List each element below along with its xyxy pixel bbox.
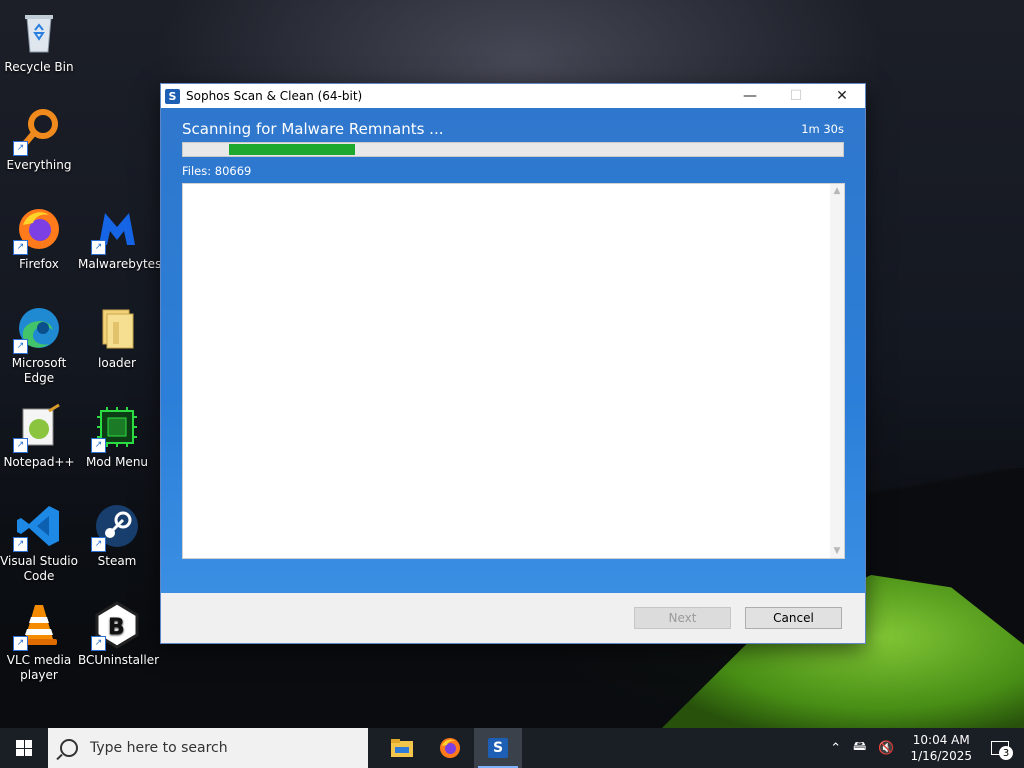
scan-progress-bar (182, 142, 844, 157)
shortcut-arrow-icon: ↗ (91, 636, 106, 651)
desktop-icon-label: Microsoft Edge (11, 356, 67, 385)
desktop-icon-vlc[interactable]: ↗ VLC media player (0, 601, 78, 683)
vlc-icon: ↗ (13, 601, 63, 651)
svg-text:B: B (108, 615, 125, 640)
desktop-icon-label: Notepad++ (3, 455, 75, 469)
file-explorer-icon (391, 739, 413, 757)
taskbar-firefox[interactable] (426, 728, 474, 768)
volume-muted-icon[interactable]: 🔇 (878, 741, 894, 756)
desktop-icon-bcuninstaller[interactable]: B ↗ BCUninstaller (78, 601, 160, 668)
button-bar: Next Cancel (161, 593, 865, 643)
steam-icon: ↗ (91, 502, 141, 552)
files-count: Files: 80669 (182, 164, 252, 178)
shortcut-arrow-icon: ↗ (13, 438, 28, 453)
cancel-button[interactable]: Cancel (745, 607, 842, 629)
chip-icon: ↗ (91, 403, 141, 453)
scan-panel: Scanning for Malware Remnants ... 1m 30s… (161, 108, 865, 593)
taskbar-search-box[interactable]: Type here to search (48, 728, 368, 768)
shortcut-arrow-icon: ↗ (91, 240, 106, 255)
sophos-window: S Sophos Scan & Clean (64-bit) — ☐ ✕ Sca… (160, 83, 866, 644)
firefox-icon: ↗ (13, 205, 63, 255)
progress-fill (229, 144, 355, 155)
shortcut-arrow-icon: ↗ (13, 636, 28, 651)
recycle-bin-icon (15, 8, 63, 56)
vertical-scrollbar[interactable]: ▲ ▼ (830, 184, 844, 558)
taskbar: Type here to search S ⌃ 🖴 🔇 10:04 AM 1/1… (0, 728, 1024, 768)
desktop-icon-malwarebytes[interactable]: ↗ Malwarebytes (78, 205, 162, 272)
elapsed-time: 1m 30s (801, 122, 844, 136)
shortcut-arrow-icon: ↗ (13, 141, 28, 156)
clock[interactable]: 10:04 AM 1/16/2025 (910, 732, 972, 764)
folder-icon (93, 304, 141, 352)
scan-status-text: Scanning for Malware Remnants ... (182, 120, 444, 138)
desktop-icon-vscode[interactable]: ↗ Visual Studio Code (0, 502, 78, 584)
search-icon (60, 739, 78, 757)
desktop-icon-edge[interactable]: ↗ Microsoft Edge (0, 304, 78, 386)
desktop-icon-label: Malwarebytes (78, 257, 162, 271)
maximize-button[interactable]: ☐ (773, 84, 819, 108)
desktop-icon-label: Mod Menu (85, 455, 149, 469)
desktop-icon-label: loader (98, 356, 136, 370)
scroll-down-icon[interactable]: ▼ (830, 544, 844, 558)
notification-center-button[interactable]: 3 (986, 736, 1014, 760)
desktop-icon-label: Visual Studio Code (0, 554, 78, 583)
malwarebytes-icon: ↗ (91, 205, 141, 255)
shortcut-arrow-icon: ↗ (91, 537, 106, 552)
desktop-icon-steam[interactable]: ↗ Steam (78, 502, 156, 569)
system-tray: ⌃ 🖴 🔇 10:04 AM 1/16/2025 3 (824, 728, 1024, 768)
chevron-up-icon[interactable]: ⌃ (830, 741, 841, 756)
desktop-icon-label: Firefox (19, 257, 59, 271)
desktop-icon-notepadpp[interactable]: ↗ Notepad++ (0, 403, 78, 470)
minimize-button[interactable]: — (727, 84, 773, 108)
bcuninstaller-icon: B ↗ (91, 601, 141, 651)
clock-time: 10:04 AM (912, 733, 970, 747)
desktop-icon-loader[interactable]: loader (78, 304, 156, 371)
start-button[interactable] (0, 728, 48, 768)
desktop-icon-label: Recycle Bin (4, 60, 74, 74)
shortcut-arrow-icon: ↗ (91, 438, 106, 453)
desktop-icon-label: Everything (6, 158, 72, 172)
notification-badge: 3 (999, 746, 1013, 760)
shortcut-arrow-icon: ↗ (13, 339, 28, 354)
shortcut-arrow-icon: ↗ (13, 537, 28, 552)
shortcut-arrow-icon: ↗ (13, 240, 28, 255)
taskbar-sophos[interactable]: S (474, 728, 522, 768)
scan-results-list[interactable]: ▲ ▼ (182, 183, 845, 559)
sophos-icon: S (488, 738, 508, 758)
vscode-icon: ↗ (13, 502, 63, 552)
windows-logo-icon (16, 740, 32, 756)
close-button[interactable]: ✕ (819, 84, 865, 108)
desktop-icon-label: VLC media player (6, 653, 72, 682)
everything-search-icon: ↗ (13, 106, 63, 156)
title-bar[interactable]: S Sophos Scan & Clean (64-bit) — ☐ ✕ (161, 84, 865, 108)
desktop-icon-recycle-bin[interactable]: Recycle Bin (0, 8, 78, 75)
clock-date: 1/16/2025 (910, 749, 972, 763)
next-button[interactable]: Next (634, 607, 731, 629)
scroll-up-icon[interactable]: ▲ (830, 184, 844, 198)
edge-icon: ↗ (13, 304, 63, 354)
desktop-icon-firefox[interactable]: ↗ Firefox (0, 205, 78, 272)
desktop-icon-label: Steam (97, 554, 137, 568)
desktop-icon-mod-menu[interactable]: ↗ Mod Menu (78, 403, 156, 470)
desktop-icon-label: BCUninstaller (78, 653, 160, 667)
notepadpp-icon: ↗ (13, 403, 63, 453)
search-placeholder: Type here to search (90, 740, 228, 756)
firefox-icon (440, 738, 460, 758)
taskbar-file-explorer[interactable] (378, 728, 426, 768)
network-icon[interactable]: 🖴 (853, 737, 866, 759)
sophos-icon: S (165, 88, 180, 104)
desktop-icon-everything[interactable]: ↗ Everything (0, 106, 78, 173)
window-title: Sophos Scan & Clean (64-bit) (186, 89, 363, 103)
